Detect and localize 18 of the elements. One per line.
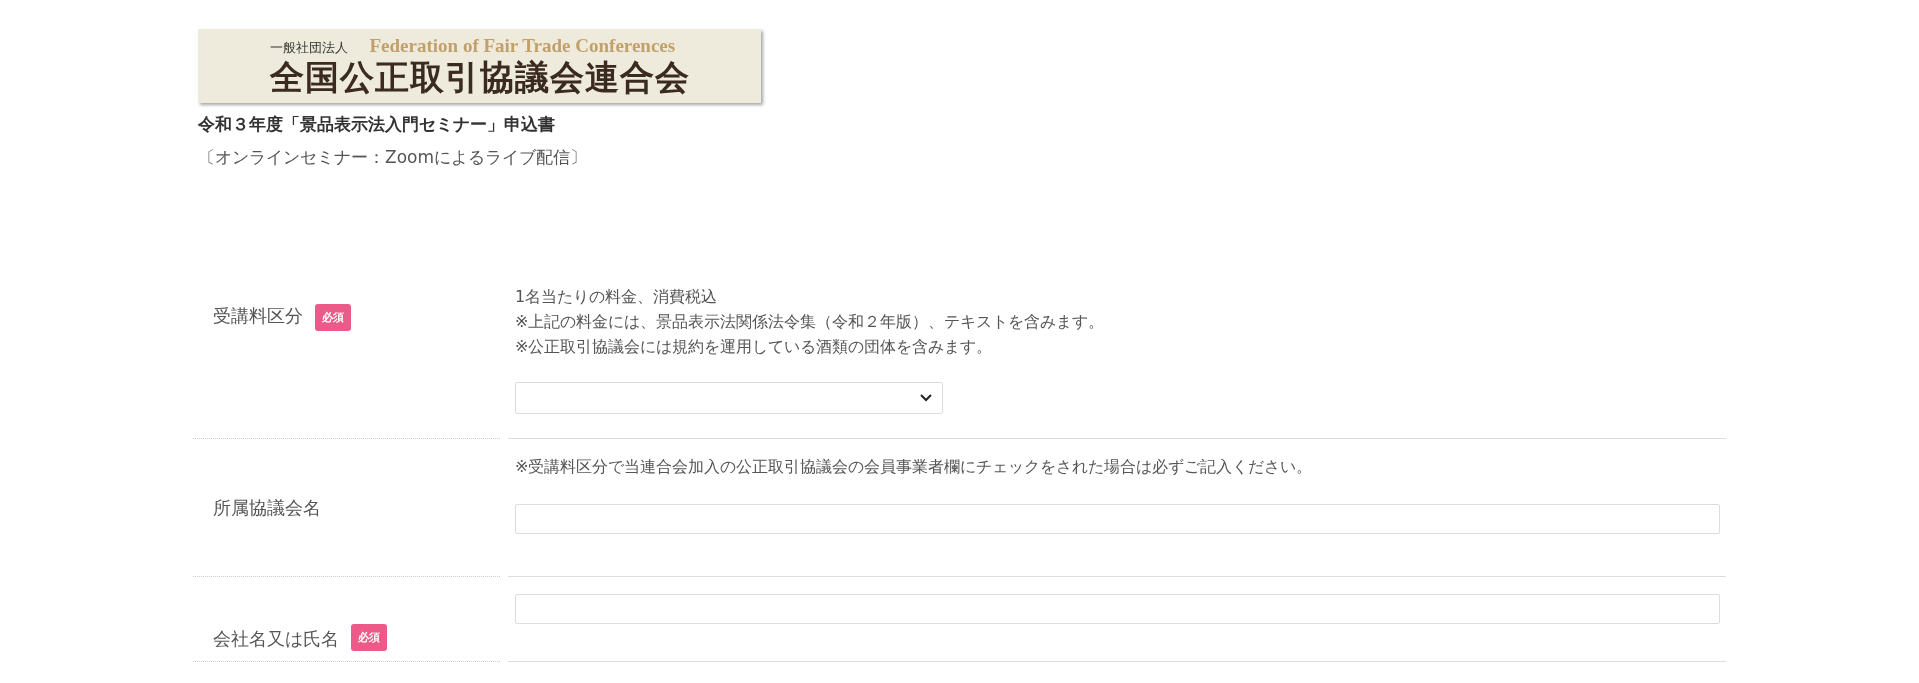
input-field[interactable] <box>515 504 1720 534</box>
logo-org-name: 全国公正取引協議会連合会 <box>269 57 690 97</box>
chevron-down-icon <box>920 394 932 402</box>
logo-english-name: Federation of Fair Trade Conferences <box>369 35 676 57</box>
input-field[interactable] <box>515 594 1720 624</box>
required-badge: 必須 <box>351 624 387 651</box>
logo-org-type: 一般社団法人 <box>269 39 348 57</box>
field-label: 受講料区分 <box>213 304 303 328</box>
field-note: ※公正取引協議会には規約を運用している酒類の団体を含みます。 <box>515 336 994 358</box>
form-subtitle: 〔オンラインセミナー：Zoomによるライブ配信〕 <box>198 146 588 169</box>
field-note: ※受講料区分で当連合会加入の公正取引協議会の会員事業者欄にチェックをされた場合は必ずご記入ください。 <box>515 456 1314 478</box>
field-label: 所属協議会名 <box>213 495 321 520</box>
select-field[interactable] <box>515 382 943 414</box>
field-note: ※上記の料金には、景品表示法関係法令集（令和２年版）、テキストを含みます。 <box>515 311 1106 333</box>
field-label: 会社名又は氏名 <box>213 627 339 651</box>
form-title: 令和３年度「景品表示法入門セミナー」申込書 <box>198 113 556 136</box>
field-note: 1名当たりの料金、消費税込 <box>515 286 719 308</box>
required-badge: 必須 <box>315 304 351 331</box>
